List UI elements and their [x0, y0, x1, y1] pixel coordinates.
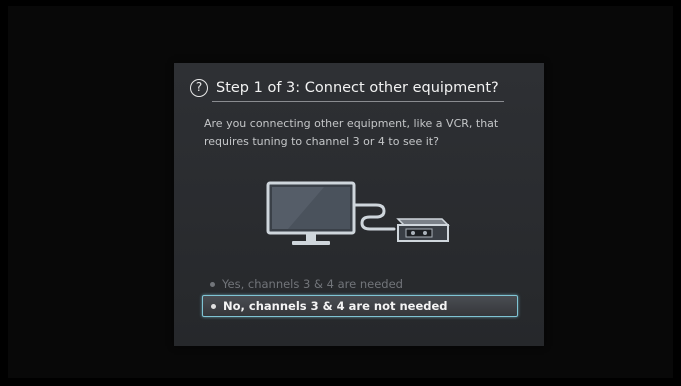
vcr-icon [396, 218, 450, 242]
setup-dialog: ? Step 1 of 3: Connect other equipment? … [174, 63, 544, 346]
title-divider [212, 101, 504, 102]
bullet-icon [211, 303, 216, 309]
equipment-illustration [264, 181, 464, 251]
option-label: Yes, channels 3 & 4 are needed [222, 277, 403, 291]
option-label: No, channels 3 & 4 are not needed [223, 299, 448, 313]
cable-icon [352, 203, 396, 231]
tv-display-area: ? Step 1 of 3: Connect other equipment? … [8, 6, 673, 378]
option-yes-needed[interactable]: Yes, channels 3 & 4 are needed [202, 273, 518, 295]
options-list: Yes, channels 3 & 4 are needed No, chann… [202, 273, 518, 317]
dialog-header: ? Step 1 of 3: Connect other equipment? [190, 77, 506, 99]
screen: ? Step 1 of 3: Connect other equipment? … [0, 0, 681, 386]
dialog-title: Step 1 of 3: Connect other equipment? [216, 80, 499, 96]
help-icon: ? [190, 79, 208, 97]
option-not-needed[interactable]: No, channels 3 & 4 are not needed [202, 295, 518, 317]
bullet-icon [210, 281, 215, 287]
dialog-question: Are you connecting other equipment, like… [204, 117, 499, 148]
tv-icon [266, 181, 356, 245]
